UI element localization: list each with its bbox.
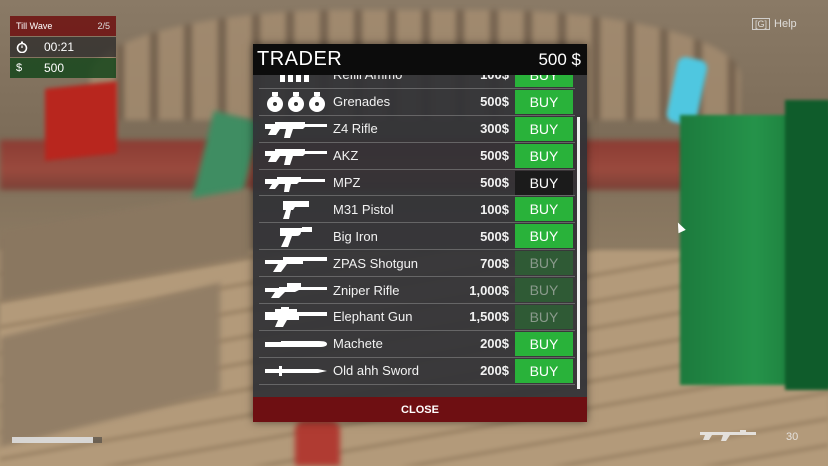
item-price: 500$ (480, 175, 509, 190)
item-price: 300$ (480, 121, 509, 137)
wave-label: Till Wave (16, 21, 53, 31)
help-hint[interactable]: [G] Help (752, 18, 797, 30)
trader-item-row: AKZ 500$ BUY (259, 143, 575, 170)
close-button[interactable]: CLOSE (253, 397, 587, 422)
pistol-icon (259, 196, 333, 222)
revolver-icon (259, 223, 333, 249)
dollar-icon: $ (16, 62, 23, 74)
item-name: Big Iron (333, 228, 378, 244)
item-name: Refill Ammo (333, 75, 453, 82)
ammo-count: 30 (786, 430, 799, 443)
trader-header: TRADER 500 $ (253, 44, 587, 75)
heavy-gun-icon (259, 304, 333, 330)
trader-item-row: Old ahh Sword 200$ BUY (259, 358, 575, 385)
item-name: Z4 Rifle (333, 121, 378, 137)
rifle-icon (259, 116, 333, 142)
buy-button[interactable]: BUY (515, 224, 573, 249)
sword-icon (259, 358, 333, 384)
money-row: $ 500 (10, 58, 116, 78)
timer-value: 00:21 (44, 40, 75, 54)
item-name: AKZ (333, 148, 359, 164)
wave-count: 2/5 (97, 21, 110, 31)
health-bar (12, 437, 102, 443)
trader-item-row: Big Iron 500$ BUY (259, 223, 575, 251)
red-banner (45, 81, 117, 161)
sniper-icon (259, 277, 333, 303)
help-label: Help (774, 18, 797, 30)
trader-item-row: Zniper Rifle 1,000$ BUY (259, 277, 575, 305)
item-name: Old ahh Sword (333, 363, 419, 379)
item-list: Refill Ammo100$BUYGrenades500$BUYZ4 Rifl… (259, 75, 575, 385)
buy-button[interactable]: BUY (515, 143, 573, 168)
trader-item-row: Machete 200$ BUY (259, 331, 575, 358)
player-figure (295, 420, 340, 466)
wave-indicator: Till Wave 2/5 (10, 16, 116, 36)
item-price: 200$ (480, 363, 509, 379)
buy-button[interactable]: BUY (515, 116, 573, 141)
item-name: Machete (333, 336, 383, 352)
machete-icon (259, 331, 333, 357)
trader-panel: TRADER 500 $ Refill Ammo100$BUYGrenades5… (253, 44, 587, 422)
buy-button[interactable]: BUY (515, 251, 573, 276)
trader-item-row: ZPAS Shotgun 700$ BUY (259, 250, 575, 278)
buy-button[interactable]: BUY (515, 197, 573, 222)
item-name: MPZ (333, 175, 361, 190)
scrollbar[interactable] (577, 117, 580, 389)
buy-button[interactable]: BUY (515, 278, 573, 303)
trader-item-list[interactable]: Refill Ammo100$BUYGrenades500$BUYZ4 Rifl… (259, 75, 575, 397)
trader-item-row: Grenades 500$ BUY (259, 89, 575, 116)
green-crate-side (785, 100, 828, 390)
trader-item-row: M31 Pistol 100$ BUY (259, 196, 575, 224)
trader-money: 500 $ (538, 49, 581, 69)
item-price: 1,000$ (469, 282, 509, 298)
item-price: 700$ (480, 255, 509, 271)
buy-button[interactable]: BUY (515, 75, 573, 87)
buy-button[interactable]: BUY (515, 89, 573, 114)
shotgun-icon (259, 250, 333, 276)
buy-button[interactable]: BUY (515, 358, 573, 383)
item-name: Elephant Gun (333, 309, 413, 325)
trader-item-row: MPZ 500$ BUY (259, 170, 575, 197)
trader-title: TRADER (257, 48, 343, 70)
item-price: 500$ (480, 94, 509, 110)
item-price: 1,500$ (469, 309, 509, 325)
buy-button[interactable]: BUY (515, 170, 573, 195)
grenades-icon (259, 89, 333, 115)
stopwatch-icon (16, 41, 36, 53)
health-fill (12, 437, 93, 443)
ammo-hud: 30 (700, 428, 798, 445)
item-price: 100$ (453, 75, 515, 82)
rifle-icon (700, 428, 756, 445)
item-name: Grenades (333, 94, 391, 110)
trader-item-row: Refill Ammo100$BUY (259, 75, 575, 89)
help-key: [G] (752, 18, 771, 30)
item-name: ZPAS Shotgun (333, 255, 419, 271)
rifle-icon (259, 143, 333, 169)
item-price: 100$ (480, 201, 509, 217)
trader-item-row: Z4 Rifle 300$ BUY (259, 116, 575, 143)
item-price: 500$ (480, 228, 509, 244)
item-price: 200$ (480, 336, 509, 352)
ammo-icon (259, 75, 333, 88)
buy-button[interactable]: BUY (515, 331, 573, 356)
buy-button[interactable]: BUY (515, 304, 573, 329)
smg-icon (259, 170, 333, 196)
trader-item-row: Elephant Gun 1,500$ BUY (259, 304, 575, 331)
item-name: Zniper Rifle (333, 282, 400, 298)
timer-row: 00:21 (10, 37, 116, 57)
item-price: 500$ (480, 148, 509, 164)
item-name: M31 Pistol (333, 201, 394, 217)
hud-panel: Till Wave 2/5 00:21 $ 500 (10, 16, 116, 79)
money-value: 500 (44, 61, 65, 75)
